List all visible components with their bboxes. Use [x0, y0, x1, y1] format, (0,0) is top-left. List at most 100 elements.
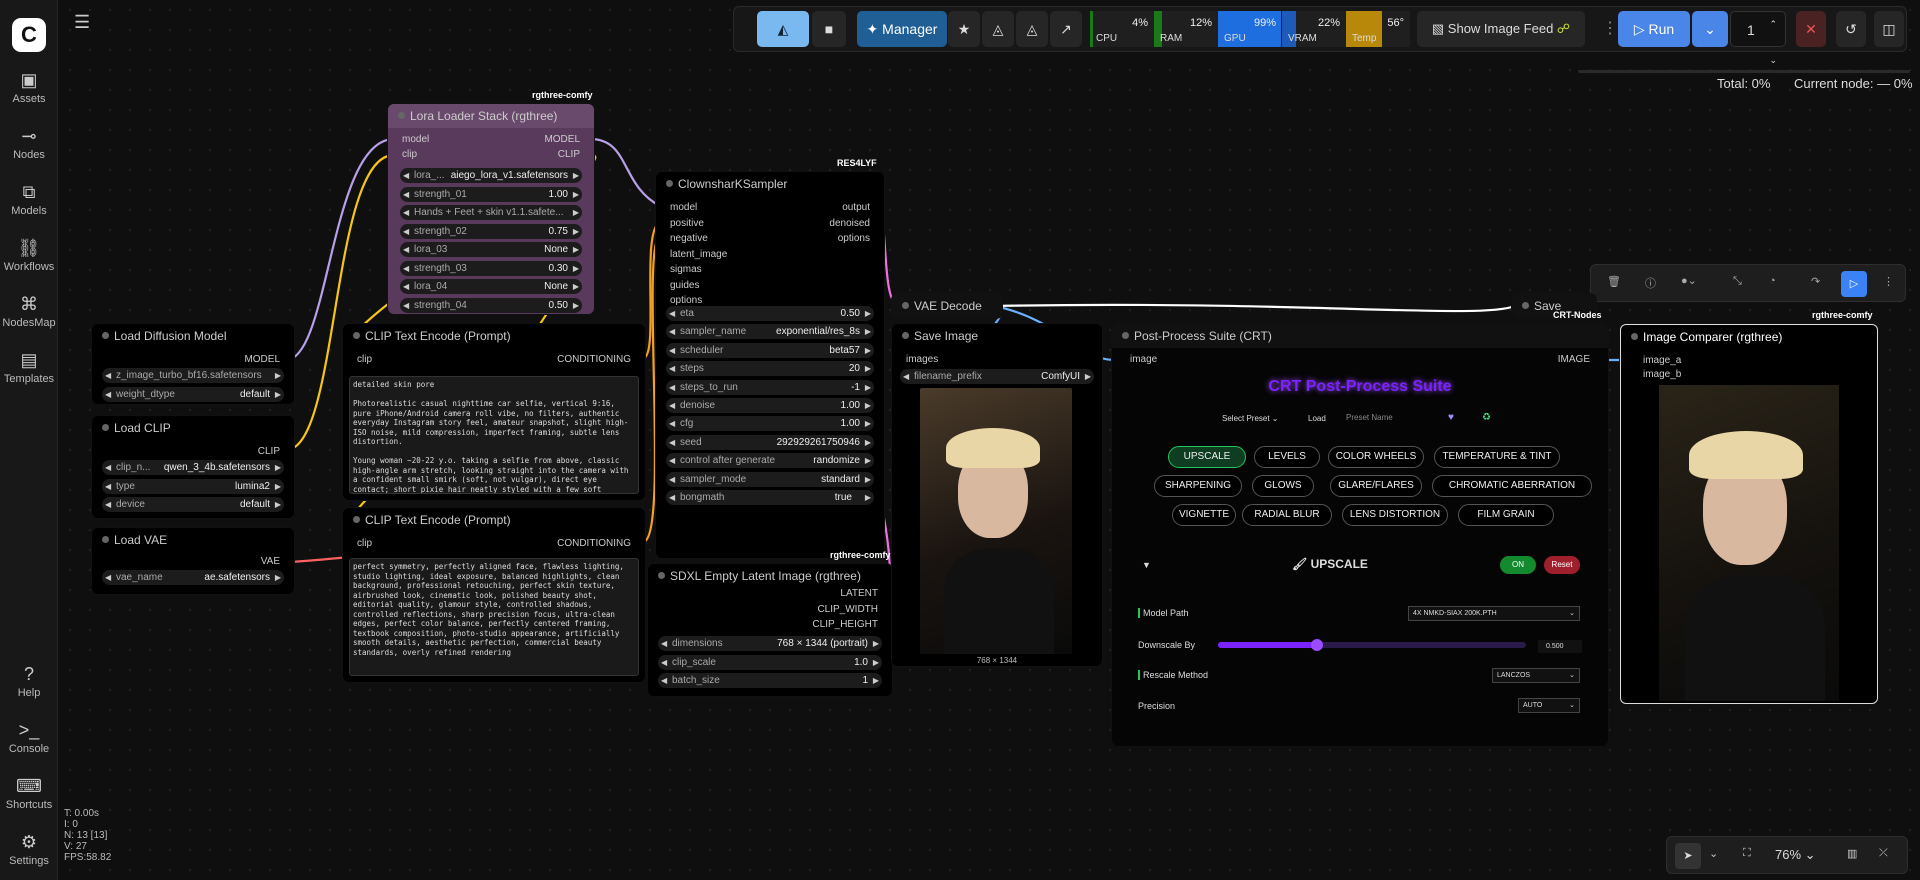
effect-pill-film-grain[interactable]: FILM GRAIN — [1458, 504, 1554, 526]
effect-pill-upscale[interactable]: UPSCALE — [1168, 446, 1246, 468]
latent-widget[interactable]: batch_size 1 — [658, 673, 882, 688]
output-slot-clip[interactable]: CLIP — [558, 149, 580, 160]
model-icon-b[interactable]: ◬ — [1016, 11, 1048, 47]
sampler-input-model[interactable]: model — [670, 202, 697, 213]
output-slot-clip[interactable]: CLIP — [258, 446, 280, 457]
diffusion-widget[interactable]: weight_dtype default — [102, 386, 284, 402]
model-icon-a[interactable]: ◬ — [982, 11, 1014, 47]
input-slot-image-a[interactable]: image_a — [1643, 355, 1681, 366]
color-icon[interactable]: ●⌄ — [1681, 274, 1697, 287]
lora-widget[interactable]: strength_01 1.00 — [400, 186, 582, 202]
lora-widget[interactable]: Hands + Feet + skin v1.1.safete... — [400, 205, 582, 220]
info-icon[interactable]: ⓘ — [1645, 275, 1656, 291]
effect-pill-glows[interactable]: GLOWS — [1252, 475, 1314, 497]
sampler-input-latent_image[interactable]: latent_image — [670, 249, 727, 260]
menu-icon[interactable]: ☰ — [74, 12, 90, 33]
node-title[interactable]: Load CLIP — [92, 416, 294, 440]
latent-output-latent[interactable]: LATENT — [840, 588, 878, 599]
effect-pill-sharpening[interactable]: SHARPENING — [1154, 475, 1242, 497]
sampler-widget[interactable]: control after generate randomize — [666, 453, 874, 469]
sidebar-item-console[interactable]: >_ Console — [0, 720, 58, 755]
filename-prefix-input[interactable]: filename_prefixComfyUI — [900, 369, 1094, 384]
latent-output-clip_width[interactable]: CLIP_WIDTH — [817, 604, 878, 615]
sdxl-empty-latent-node[interactable]: SDXL Empty Latent Image (rgthree) LATENT… — [648, 564, 892, 696]
effect-pill-temperature-tint[interactable]: TEMPERATURE & TINT — [1434, 446, 1560, 468]
downscale-knob[interactable] — [1310, 639, 1323, 651]
clip-widget[interactable]: clip_n... qwen_3_4b.safetensors — [102, 460, 284, 475]
sampler-output-output[interactable]: output — [842, 202, 870, 213]
redo-icon[interactable]: ↷ — [1811, 275, 1820, 288]
sampler-widget[interactable]: sampler_mode standard — [666, 471, 874, 487]
effect-pill-color-wheels[interactable]: COLOR WHEELS — [1328, 446, 1424, 468]
pointer-icon[interactable]: ➤ — [1675, 843, 1701, 869]
vae-widget[interactable]: vae_name ae.safetensors — [102, 570, 284, 585]
input-slot-clip[interactable]: clip — [357, 538, 372, 549]
comfy-workspace-icon[interactable]: ◭ — [757, 11, 809, 47]
diffusion-widget[interactable]: z_image_turbo_bf16.safetensors — [102, 368, 284, 383]
sampler-input-positive[interactable]: positive — [670, 218, 704, 229]
clip-text-encode-positive-node[interactable]: CLIP Text Encode (Prompt) clip CONDITION… — [343, 324, 645, 500]
sampler-input-guides[interactable]: guides — [670, 280, 699, 291]
sampler-widget[interactable]: scheduler beta57 — [666, 342, 874, 358]
output-slot-vae[interactable]: VAE — [261, 556, 280, 567]
sampler-widget[interactable]: denoise 1.00 — [666, 398, 874, 413]
share-icon[interactable]: ↗ — [1050, 11, 1082, 47]
node-title[interactable]: VAE Decode — [892, 294, 1002, 318]
drag-handle-icon[interactable]: ⋮⋮ — [1602, 11, 1634, 47]
sampler-widget[interactable]: seed 292929261750946 — [666, 434, 874, 450]
clip-widget[interactable]: type lumina2 — [102, 478, 284, 494]
sampler-widget[interactable]: steps_to_run -1 — [666, 379, 874, 395]
recycle-icon[interactable]: ♻ — [1482, 412, 1491, 423]
input-slot-clip[interactable]: clip — [357, 354, 372, 365]
stepper-icon[interactable]: ⌃ ⌄ — [1769, 6, 1777, 78]
on-toggle[interactable]: ON — [1500, 556, 1536, 574]
node-title[interactable]: Load Diffusion Model — [92, 324, 294, 348]
sidebar-item-help[interactable]: ? Help — [0, 664, 58, 699]
load-preset-button[interactable]: Load — [1308, 414, 1326, 423]
collapse-icon[interactable]: ⤡ — [1733, 275, 1742, 288]
history-icon[interactable]: ↺ — [1836, 11, 1866, 47]
sidebar-item-settings[interactable]: ⚙ Settings — [0, 832, 58, 867]
manager-button[interactable]: ✦ Manager — [857, 11, 947, 47]
effect-pill-radial-blur[interactable]: RADIAL BLUR — [1242, 504, 1332, 526]
reset-button[interactable]: Reset — [1544, 556, 1580, 574]
output-slot-model[interactable]: MODEL — [544, 134, 580, 145]
zoom-level[interactable]: 76% ⌄ — [1775, 847, 1816, 863]
effect-pill-levels[interactable]: LEVELS — [1254, 446, 1320, 468]
input-slot-images[interactable]: images — [906, 354, 938, 365]
preset-name-input[interactable]: Preset Name — [1342, 410, 1452, 426]
effect-pill-lens-distortion[interactable]: LENS DISTORTION — [1342, 504, 1448, 526]
sidebar-item-shortcuts[interactable]: ⌨ Shortcuts — [0, 776, 58, 811]
sidebar-item-templates[interactable]: ▤ Templates — [0, 350, 58, 385]
canvas[interactable]: C ▣ Assets ⊸ Nodes ⧉ Models ⛓ Workflows ⌘ Nod… — [0, 0, 1920, 880]
clip-text-encode-negative-node[interactable]: CLIP Text Encode (Prompt) clip CONDITION… — [343, 508, 645, 682]
lora-widget[interactable]: strength_04 0.50 — [400, 297, 582, 313]
effect-pill-vignette[interactable]: VIGNETTE — [1172, 504, 1236, 526]
post-process-suite-node[interactable]: Post-Process Suite (CRT) image IMAGE CRT… — [1112, 324, 1608, 746]
lora-widget[interactable]: lora_03 None — [400, 242, 582, 257]
node-title[interactable]: Save Image — [892, 324, 1102, 348]
sampler-input-options[interactable]: options — [670, 295, 702, 306]
load-diffusion-model-node[interactable]: Load Diffusion Model MODEL z_image_turbo… — [92, 324, 294, 404]
sidebar-item-assets[interactable]: ▣ Assets — [0, 70, 58, 105]
rescale-method-select[interactable]: LANCZOS ⌄ — [1492, 668, 1580, 683]
node-title[interactable]: CLIP Text Encode (Prompt) — [343, 324, 645, 348]
lora-widget[interactable]: strength_03 0.30 — [400, 260, 582, 276]
image-comparer-node[interactable]: Image Comparer (rgthree) image_a image_b — [1620, 324, 1878, 704]
node-title[interactable]: Image Comparer (rgthree) — [1621, 325, 1877, 349]
run-button[interactable]: ▷ Run — [1618, 11, 1690, 47]
show-image-feed-button[interactable]: ▧ Show Image Feed ☍ — [1417, 11, 1585, 47]
input-slot-model[interactable]: model — [402, 134, 429, 145]
generated-image-preview[interactable] — [920, 388, 1072, 654]
output-slot-image[interactable]: IMAGE — [1558, 354, 1590, 365]
heart-icon[interactable]: ♥ — [1448, 412, 1454, 423]
latent-output-clip_height[interactable]: CLIP_HEIGHT — [812, 619, 878, 630]
output-slot-model[interactable]: MODEL — [244, 354, 280, 365]
positive-prompt-textarea[interactable]: detailed skin pore Photorealistic casual… — [349, 376, 639, 494]
sidebar-item-models[interactable]: ⧉ Models — [0, 182, 58, 217]
clip-widget[interactable]: device default — [102, 497, 284, 512]
output-slot-conditioning[interactable]: CONDITIONING — [557, 354, 631, 365]
precision-select[interactable]: AUTO ⌄ — [1518, 698, 1580, 713]
sampler-widget[interactable]: sampler_name exponential/res_8s — [666, 324, 874, 340]
bypass-icon[interactable]: ◔ — [1769, 275, 1776, 287]
